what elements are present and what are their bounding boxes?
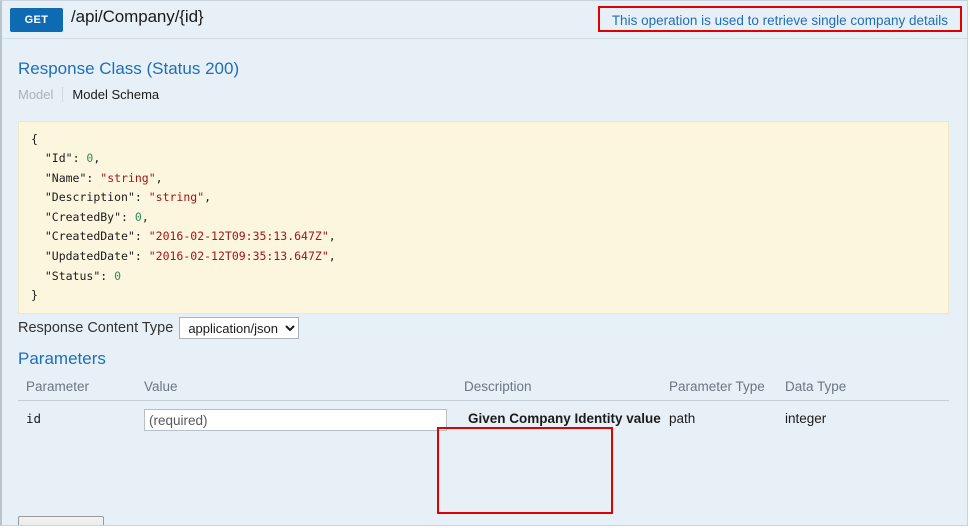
response-content-type-select[interactable]: application/json text/json application/x… [179, 317, 300, 339]
schema-key-createdby: "CreatedBy" [44, 209, 122, 224]
schema-comma-4: , [328, 229, 336, 244]
tab-model[interactable]: Model [18, 87, 62, 102]
schema-value-updateddate: "2016-02-12T09:35:13.647Z" [148, 249, 329, 264]
schema-comma-5: , [328, 249, 336, 264]
column-header-data-type: Data Type [777, 375, 949, 401]
schema-comma-0: , [93, 151, 101, 166]
schema-key-name: "Name" [44, 170, 87, 185]
submit-wrapper: Try it out! [18, 516, 104, 525]
schema-value-createdby: 0 [134, 209, 142, 224]
try-it-out-button[interactable]: Try it out! [18, 516, 104, 525]
model-schema-code: { "Id": 0, "Name": "string", "Descriptio… [18, 120, 949, 314]
parameters-title: Parameters [18, 349, 106, 368]
schema-comma-3: , [141, 209, 149, 224]
table-header-row: Parameter Value Description Parameter Ty… [18, 375, 949, 401]
operation-summary-annotation: This operation is used to retrieve singl… [597, 6, 962, 32]
schema-value-description: "string" [148, 190, 205, 205]
cell-data-type: integer [785, 411, 827, 426]
schema-open-brace: { [31, 131, 38, 146]
api-operation-panel: GET /api/Company/{id} This operation is … [0, 0, 968, 526]
model-tabs: Model Model Schema [18, 87, 168, 102]
column-header-value: Value [136, 375, 456, 401]
response-class-title: Response Class (Status 200) [18, 59, 240, 78]
schema-comma-1: , [155, 170, 163, 185]
schema-value-status: 0 [114, 268, 122, 283]
http-method-badge: GET [10, 8, 63, 32]
response-content-type-row: Response Content Type application/json t… [18, 317, 300, 339]
cell-parameter-name: id [26, 411, 42, 426]
schema-key-id: "Id" [44, 151, 73, 166]
table-row: id Given Company Identity value path int… [18, 401, 949, 442]
parameter-value-input[interactable] [144, 409, 447, 431]
tab-model-schema[interactable]: Model Schema [62, 87, 168, 102]
column-header-parameter: Parameter [18, 375, 136, 401]
operation-heading[interactable]: GET /api/Company/{id} This operation is … [2, 1, 967, 39]
parameters-table-head: Parameter Value Description Parameter Ty… [18, 375, 949, 401]
parameters-table: Parameter Value Description Parameter Ty… [18, 375, 949, 441]
schema-value-createddate: "2016-02-12T09:35:13.647Z" [148, 229, 329, 244]
cell-parameter-value [136, 401, 456, 442]
schema-key-createddate: "CreatedDate" [44, 229, 135, 244]
schema-key-updateddate: "UpdatedDate" [44, 249, 135, 264]
schema-key-description: "Description" [44, 190, 135, 205]
column-header-description: Description [456, 375, 661, 401]
cell-parameter-type: path [669, 411, 696, 426]
schema-close-brace: } [31, 288, 38, 303]
parameters-table-body: id Given Company Identity value path int… [18, 401, 949, 442]
schema-key-status: "Status" [44, 268, 101, 283]
operation-path: /api/Company/{id} [71, 7, 204, 26]
column-header-parameter-type: Parameter Type [661, 375, 777, 401]
schema-comma-2: , [204, 190, 212, 205]
schema-value-name: "string" [100, 170, 156, 185]
response-content-type-label: Response Content Type [18, 320, 174, 336]
cell-parameter-description: Given Company Identity value [468, 411, 661, 426]
